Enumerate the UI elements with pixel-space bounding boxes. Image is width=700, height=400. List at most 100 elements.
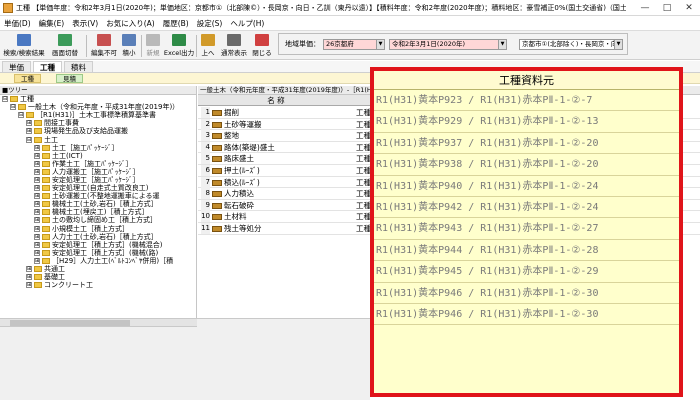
up-icon bbox=[201, 34, 215, 46]
menu-unit-price[interactable]: 単価(D) bbox=[0, 18, 35, 29]
row-name: 掘削 bbox=[224, 108, 239, 117]
tree-horizontal-scrollbar[interactable] bbox=[0, 319, 197, 327]
maximize-button[interactable]: □ bbox=[656, 0, 678, 16]
expand-icon[interactable]: ⊞ bbox=[34, 217, 40, 224]
screen-switch-icon bbox=[58, 34, 72, 46]
folder-icon bbox=[42, 185, 50, 192]
row-kind: 工種 bbox=[356, 224, 371, 233]
source-row: R1(H31)黄本P923 / R1(H31)赤本PⅡ-1-②-7 bbox=[374, 90, 679, 112]
collapse-icon[interactable]: ⊟ bbox=[10, 104, 16, 111]
expand-icon[interactable]: ⊞ bbox=[34, 160, 40, 167]
menu-edit[interactable]: 編集(E) bbox=[35, 18, 69, 29]
row-name: 土材料 bbox=[224, 212, 247, 222]
folder-icon bbox=[42, 257, 50, 264]
folder-icon bbox=[42, 193, 50, 200]
minimize-button[interactable]: — bbox=[634, 0, 656, 16]
tree-item[interactable]: ⊞ 基礎工 bbox=[0, 273, 196, 281]
row-name: 路体(築堤)盛土 bbox=[224, 142, 275, 152]
tab-unit-price[interactable]: 単価 bbox=[2, 61, 31, 72]
expand-icon[interactable]: ⊞ bbox=[34, 225, 40, 232]
folder-icon bbox=[42, 249, 50, 256]
expand-icon[interactable]: ⊞ bbox=[34, 233, 40, 240]
date-field[interactable]: 令和2年3月1日(2020年) ▼ bbox=[389, 39, 507, 50]
lock-icon bbox=[97, 34, 111, 46]
expand-icon[interactable]: ⊞ bbox=[34, 209, 40, 216]
expand-icon[interactable]: ⊞ bbox=[34, 185, 40, 192]
search-button[interactable]: 検索/検索結果 bbox=[3, 33, 45, 59]
expand-icon[interactable]: ⊞ bbox=[34, 144, 40, 151]
tree-panel: ■ツリー ⊟ 工種 ⊟ 一般土木（令和元年度・平成31年度(2019年)） ⊟ ［R1(H… bbox=[0, 86, 197, 318]
title-bar: 工種 【単価年度：令和2年3月1日(2020年)；単価地区：京都市①（北部陳©）… bbox=[0, 0, 700, 16]
row-name: 残土等処分 bbox=[224, 224, 262, 233]
row-name: 路床盛土 bbox=[224, 154, 254, 164]
folder-icon bbox=[10, 96, 18, 103]
menu-settings[interactable]: 設定(S) bbox=[193, 18, 227, 29]
source-row: R1(H31)黄本P929 / R1(H31)赤本PⅡ-1-②-13 bbox=[374, 111, 679, 133]
source-row: R1(H31)黄本P937 / R1(H31)赤本PⅡ-1-②-20 bbox=[374, 133, 679, 155]
source-row: R1(H31)黄本P942 / R1(H31)赤本PⅡ-1-②-24 bbox=[374, 197, 679, 219]
menu-view[interactable]: 表示(V) bbox=[68, 18, 102, 29]
menu-favorites[interactable]: お気に入り(A) bbox=[102, 18, 158, 29]
row-number: 5 bbox=[201, 153, 210, 165]
reduce-button[interactable]: 積小 bbox=[120, 33, 138, 59]
subtab-work-type[interactable]: 工種 bbox=[14, 74, 41, 83]
source-panel-title: 工種資料元 bbox=[374, 71, 679, 90]
edit-lock-button[interactable]: 編集不可 bbox=[90, 33, 118, 59]
collapse-icon[interactable]: ⊟ bbox=[2, 96, 8, 103]
row-kind: 工種 bbox=[356, 189, 371, 199]
expand-icon[interactable]: ⊞ bbox=[26, 266, 32, 273]
expand-icon[interactable]: ⊞ bbox=[34, 168, 40, 175]
tree-item[interactable]: ⊞ ［H29］人力土工(ﾍﾞﾙﾄｺﾝﾍﾞﾔ併用)［積 bbox=[0, 257, 196, 265]
chevron-down-icon[interactable]: ▼ bbox=[376, 40, 384, 49]
folder-icon bbox=[34, 266, 42, 273]
folder-icon bbox=[42, 225, 50, 232]
area-field[interactable]: 京都市①(北部除く)・長岡京・向E ▼ bbox=[519, 39, 623, 50]
row-kind: 工種 bbox=[356, 142, 371, 152]
tab-materials[interactable]: 積料 bbox=[64, 61, 93, 72]
folder-icon bbox=[42, 233, 50, 240]
up-button[interactable]: 上へ bbox=[199, 33, 217, 59]
collapse-icon[interactable]: ⊟ bbox=[26, 136, 32, 143]
menu-help[interactable]: ヘルプ(H) bbox=[226, 18, 268, 29]
source-row: R1(H31)黄本P938 / R1(H31)赤本PⅡ-1-②-20 bbox=[374, 154, 679, 176]
work-item-icon bbox=[212, 168, 222, 174]
tree-item[interactable]: ⊞ 土工［施工ﾊﾟｯｹｰｼﾞ］ bbox=[0, 144, 196, 152]
tree-item[interactable]: ⊞ 共通工 bbox=[0, 265, 196, 273]
tree-item[interactable]: ⊟ ［R1(H31)］土木工事標準積算基準書 bbox=[0, 111, 196, 119]
tab-work-type[interactable]: 工種 bbox=[33, 61, 62, 72]
work-item-icon bbox=[212, 226, 222, 232]
subtab-estimate[interactable]: 見積 bbox=[56, 74, 83, 83]
tree-item[interactable]: ⊞ コンクリート工 bbox=[0, 281, 196, 289]
row-kind: 工種 bbox=[356, 177, 371, 187]
expand-icon[interactable]: ⊞ bbox=[26, 128, 32, 135]
scrollbar-thumb[interactable] bbox=[10, 320, 130, 326]
chevron-down-icon[interactable]: ▼ bbox=[498, 40, 506, 49]
folder-icon bbox=[42, 168, 50, 175]
window-controls: — □ ✕ bbox=[634, 0, 700, 16]
close-button[interactable]: ✕ bbox=[678, 0, 700, 16]
expand-icon[interactable]: ⊞ bbox=[26, 282, 32, 289]
excel-export-button[interactable]: Excel出力 bbox=[164, 33, 194, 59]
expand-icon[interactable]: ⊞ bbox=[34, 249, 40, 256]
folder-icon bbox=[34, 120, 42, 127]
prefecture-field[interactable]: 26京都府 ▼ bbox=[323, 39, 385, 50]
collapse-icon[interactable]: ⊟ bbox=[18, 112, 24, 119]
screen-switch-button[interactable]: 画面切替 bbox=[48, 33, 82, 59]
expand-icon[interactable]: ⊞ bbox=[34, 176, 40, 183]
chevron-down-icon[interactable]: ▼ bbox=[614, 40, 622, 49]
row-number: 9 bbox=[201, 199, 210, 211]
expand-icon[interactable]: ⊞ bbox=[26, 274, 32, 281]
expand-icon[interactable]: ⊞ bbox=[34, 193, 40, 200]
close-window-button[interactable]: 閉じる bbox=[251, 33, 273, 59]
row-name: 土砂等運搬 bbox=[224, 119, 262, 129]
expand-icon[interactable]: ⊞ bbox=[34, 201, 40, 208]
expand-icon[interactable]: ⊞ bbox=[34, 241, 40, 248]
expand-icon[interactable]: ⊞ bbox=[34, 257, 40, 264]
tree-item[interactable]: ⊞ 現場発生品及び支給品運搬 bbox=[0, 127, 196, 135]
region-label: 地域単価： bbox=[285, 40, 320, 48]
expand-icon[interactable]: ⊞ bbox=[34, 152, 40, 159]
new-button[interactable]: 新規 bbox=[144, 33, 162, 59]
expand-icon[interactable]: ⊞ bbox=[26, 120, 32, 127]
normal-view-button[interactable]: 通常表示 bbox=[220, 33, 248, 59]
menu-history[interactable]: 履歴(B) bbox=[159, 18, 193, 29]
